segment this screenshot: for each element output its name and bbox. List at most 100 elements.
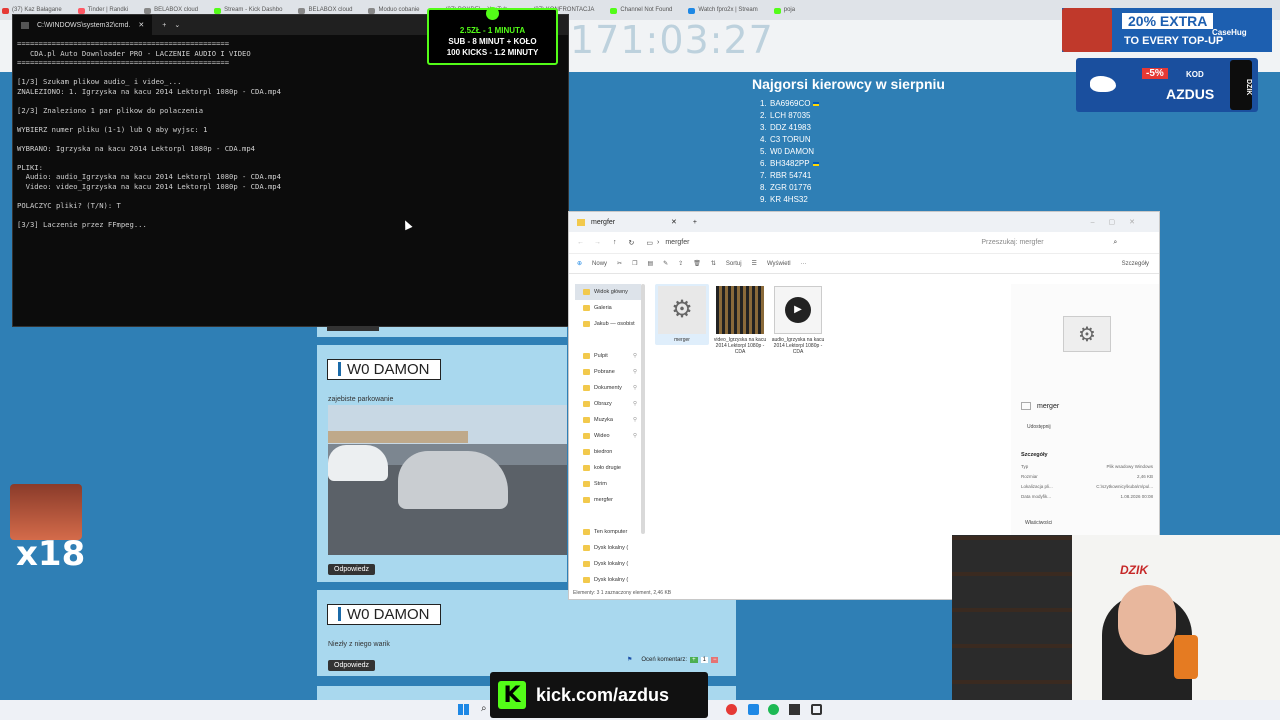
app-icon[interactable] [811, 704, 822, 715]
window-controls[interactable]: –▢✕ [1091, 218, 1149, 226]
nav-item[interactable]: Muzyka ⚲ [575, 412, 641, 428]
terminal-icon[interactable] [789, 704, 800, 715]
browser-tab[interactable]: Tinder | Randki [76, 7, 142, 14]
app-icon[interactable] [748, 704, 759, 715]
clock-icon [486, 7, 499, 20]
nav-item[interactable]: Strim [575, 476, 641, 492]
browser-tab[interactable]: poja [772, 7, 809, 14]
up-icon[interactable]: ↑ [613, 239, 617, 246]
nav-item[interactable]: biedron [575, 444, 641, 460]
new-button[interactable]: Nowy [592, 261, 607, 267]
nav-item[interactable]: Dokumenty ⚲ [575, 380, 641, 396]
folder-icon [583, 497, 590, 503]
cut-icon[interactable]: ✂ [617, 260, 622, 267]
nav-item[interactable]: Dysk lokalny ( [575, 572, 641, 588]
nav-item-label: Obrazy [594, 401, 612, 407]
nav-item-label: Dysk lokalny ( [594, 577, 629, 583]
browser-tab[interactable]: Channel Not Found [608, 7, 686, 14]
paste-icon[interactable]: ▤ [647, 260, 653, 267]
nav-item[interactable]: Pobrane ⚲ [575, 364, 641, 380]
file-item-video[interactable]: video_Igrzyska na kacu 2014 Lektorpl 108… [713, 286, 767, 355]
nav-item-label: Dysk lokalny ( [594, 545, 629, 551]
post-author-name[interactable]: W0 DAMON [327, 359, 441, 380]
search-icon[interactable]: ⌕ [481, 703, 487, 714]
back-icon[interactable]: ← [577, 239, 584, 246]
folder-icon [583, 529, 590, 535]
share-button[interactable]: Udostępnij [1027, 424, 1051, 430]
rename-icon[interactable]: ✎ [663, 260, 668, 267]
app-icon[interactable] [726, 704, 737, 715]
cmd-line [17, 210, 564, 220]
windows-start-icon[interactable] [458, 704, 469, 715]
driver-rank: 9. [760, 195, 767, 204]
nav-item[interactable]: Obrazy ⚲ [575, 396, 641, 412]
file-item-merger[interactable]: ⚙ merger [655, 284, 709, 345]
forward-icon[interactable]: → [594, 239, 601, 246]
reply-button[interactable]: Odpowiedz [328, 564, 376, 575]
nav-item[interactable]: Galeria [575, 300, 641, 316]
post-author-name[interactable]: W0 DAMON [327, 604, 441, 625]
new-tab-icon[interactable]: + [162, 22, 166, 29]
nav-item[interactable]: Pulpit ⚲ [575, 348, 641, 364]
explorer-tab[interactable]: mergfer [591, 219, 671, 226]
folder-icon [583, 465, 590, 471]
delete-icon[interactable]: 🗑 [693, 260, 701, 267]
cmd-tab[interactable]: C:\WINDOWS\system32\cmd. ✕ [13, 15, 153, 35]
view-button[interactable]: Wyświetl [767, 261, 791, 267]
explorer-toolbar: ⊕ Nowy ✂ ❐ ▤ ✎ ⇪ 🗑 ⇅ Sortuj ☰ Wyświetl ·… [569, 254, 1159, 274]
nav-scrollbar[interactable] [641, 284, 645, 534]
more-button[interactable]: ··· [801, 261, 807, 267]
chevron-down-icon[interactable]: ⌄ [174, 21, 180, 29]
browser-tab[interactable]: BELABOX cloud [142, 7, 212, 14]
search-input[interactable]: Przeszukaj: mergfer [981, 239, 1113, 246]
nav-item-label: Galeria [594, 305, 612, 311]
sort-button[interactable]: Sortuj [726, 261, 742, 267]
nav-item[interactable]: Dysk lokalny ( [575, 556, 641, 572]
close-icon[interactable]: ✕ [671, 218, 677, 226]
nav-item-label: Wideo [594, 433, 610, 439]
copy-icon[interactable]: ❐ [632, 260, 637, 267]
cmd-line [17, 153, 564, 163]
nav-item[interactable]: Dysk lokalny ( [575, 540, 641, 556]
post-author: W0 DAMON [327, 604, 441, 625]
cmd-line: POLACZYC pliki? (T/N): T [17, 200, 121, 210]
address-bar[interactable]: mergfer [665, 239, 975, 246]
nav-item[interactable]: koło drugie [575, 460, 641, 476]
nav-item[interactable]: Ten komputer [575, 524, 641, 540]
reply-button[interactable]: Odpowiedz [328, 660, 376, 671]
browser-tab[interactable]: BELABOX cloud [296, 7, 366, 14]
driver-entry: 1. BA6969CO [752, 98, 945, 110]
rate-down-button[interactable]: − [710, 656, 719, 663]
driver-plate: DDZ 41983 [770, 123, 811, 132]
cmd-line: PLIKI: [17, 162, 43, 172]
search-icon[interactable]: ⌕ [1113, 239, 1117, 247]
refresh-icon[interactable]: ↻ [629, 239, 635, 247]
folder-icon [583, 561, 590, 567]
azdus-discount-ad[interactable]: -5% KOD AZDUS DZIK [1076, 58, 1258, 112]
casehug-promo-banner[interactable]: 20% EXTRA TO EVERY TOP-UP CaseHug [1062, 8, 1272, 52]
close-icon[interactable]: ✕ [138, 21, 144, 29]
file-item-audio[interactable]: ▶ audio_Igrzyska na kacu 2014 Lektorpl 1… [771, 286, 825, 355]
cmd-line [17, 134, 564, 144]
new-tab-icon[interactable]: + [693, 219, 697, 226]
browser-tab[interactable]: (37) Kaz Bałagane [0, 7, 76, 14]
dzik-can-image: DZIK [1230, 60, 1252, 110]
nav-item[interactable]: Wideo ⚲ [575, 428, 641, 444]
flag-icon[interactable]: ⚑ [627, 656, 632, 663]
browser-tab[interactable]: Moduo cobanie [366, 7, 433, 14]
nav-item[interactable]: Widok główny [575, 284, 641, 300]
details-value: 1.08.2026 00:08 [1120, 494, 1153, 499]
browser-tab[interactable]: Stream - Kick Dashbo [212, 7, 296, 14]
spotify-icon[interactable] [768, 704, 779, 715]
share-icon[interactable]: ⇪ [678, 260, 683, 267]
rate-score: 1 [700, 656, 708, 663]
nav-item-label: Muzyka [594, 417, 613, 423]
properties-button[interactable]: Właściwości [1025, 520, 1052, 526]
rate-up-button[interactable]: + [690, 656, 698, 663]
browser-tab[interactable]: Watch fpro2x | Stream [686, 7, 771, 14]
gear-file-icon: ⚙ [658, 286, 706, 334]
nav-item[interactable]: mergfer [575, 492, 641, 508]
reply-button-partial[interactable] [327, 327, 379, 331]
nav-item[interactable]: Jakub — osobist [575, 316, 641, 332]
details-toggle[interactable]: Szczegóły [1122, 261, 1149, 267]
